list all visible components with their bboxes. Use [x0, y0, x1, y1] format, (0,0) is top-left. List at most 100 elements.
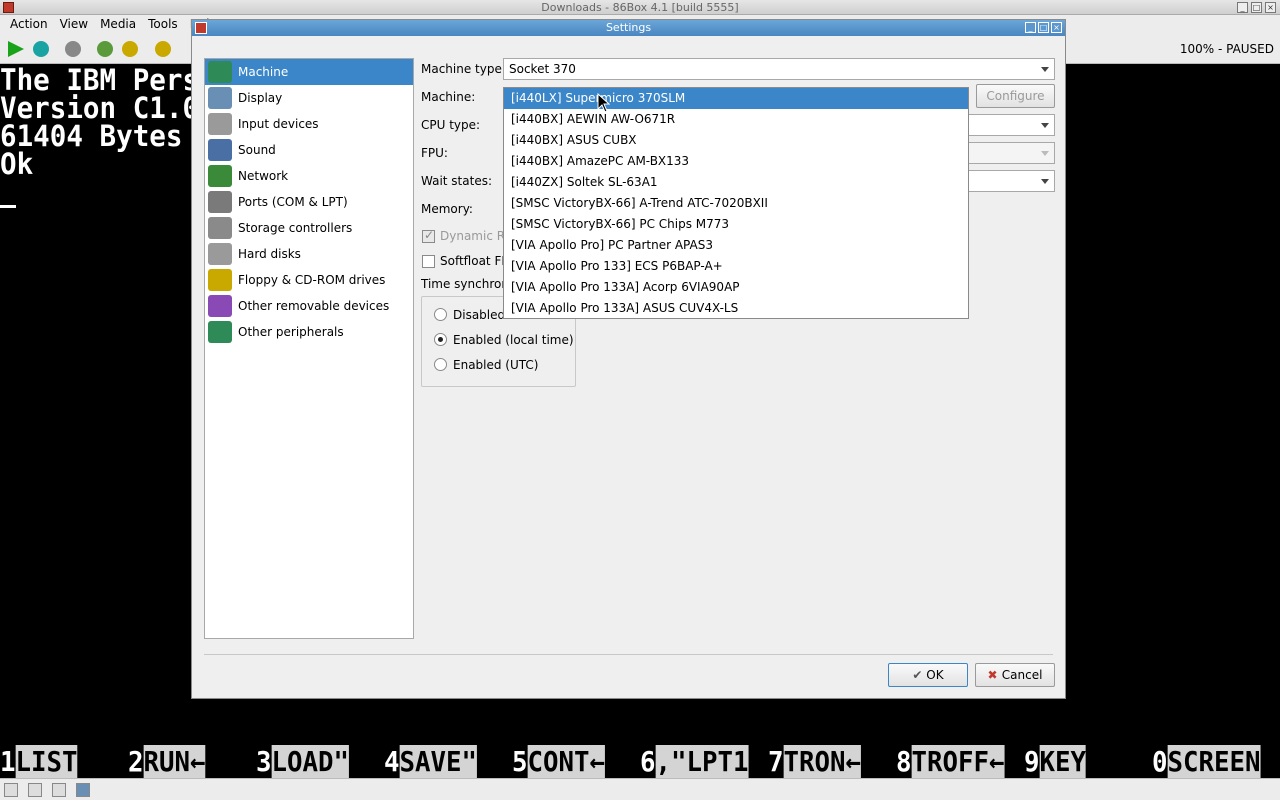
machine-option[interactable]: [VIA Apollo Pro 133A] ASUS CUV4X-LS — [504, 298, 968, 319]
time-sync-local-radio[interactable] — [434, 333, 447, 346]
maximize-icon[interactable]: □ — [1038, 22, 1049, 33]
fkey-3: 3LOAD" — [256, 745, 350, 778]
dos-line: 61404 Bytes — [0, 119, 183, 153]
basic-function-key-bar: 1LIST 2RUN← 3LOAD" 4SAVE" 5CONT← 6,"LPT1… — [0, 745, 1280, 778]
fkey-8: 8TROFF← — [896, 745, 1005, 778]
machine-label: Machine: — [421, 90, 476, 104]
category-network[interactable]: Network — [205, 163, 413, 189]
fkey-10: 0SCREEN — [1152, 745, 1261, 778]
speaker-icon — [208, 139, 232, 161]
removable-icon — [208, 295, 232, 317]
peripherals-icon — [208, 321, 232, 343]
machine-option[interactable]: [i440ZX] Soltek SL-63A1 — [504, 172, 968, 193]
dynamic-recompiler-label: Dynamic Re — [440, 229, 512, 243]
floppy-drive-icon[interactable] — [28, 783, 42, 797]
machine-option[interactable]: [VIA Apollo Pro 133] ECS P6BAP-A+ — [504, 256, 968, 277]
category-ports[interactable]: Ports (COM & LPT) — [205, 189, 413, 215]
machine-option[interactable]: [i440BX] AEWIN AW-O671R — [504, 109, 968, 130]
category-floppy-cdrom[interactable]: Floppy & CD-ROM drives — [205, 267, 413, 293]
machine-option[interactable]: [VIA Apollo Pro] PC Partner APAS3 — [504, 235, 968, 256]
network-icon — [208, 165, 232, 187]
86box-app-icon — [195, 22, 207, 34]
machine-option[interactable]: [i440BX] ASUS CUBX — [504, 130, 968, 151]
category-other-peripherals[interactable]: Other peripherals — [205, 319, 413, 345]
keyboard-icon — [208, 113, 232, 135]
category-display[interactable]: Display — [205, 85, 413, 111]
softfloat-fpu-label: Softfloat FP — [440, 254, 509, 268]
hard-disk-icon — [208, 243, 232, 265]
softfloat-fpu-checkbox[interactable] — [422, 255, 435, 268]
menu-tools[interactable]: Tools — [142, 15, 184, 34]
dynamic-recompiler-checkbox[interactable]: ✓ — [422, 228, 435, 243]
status-bar — [0, 778, 1280, 800]
category-storage-controllers[interactable]: Storage controllers — [205, 215, 413, 241]
cancel-icon: ✖ — [987, 668, 1002, 682]
chevron-down-icon — [1041, 123, 1049, 128]
hard-disk-activity-icon[interactable] — [52, 783, 66, 797]
ports-icon — [208, 191, 232, 213]
menu-action[interactable]: Action — [4, 15, 54, 34]
fkey-6: 6,"LPT1 — [640, 745, 749, 778]
ok-button[interactable]: ✔ OK — [888, 663, 968, 687]
category-hard-disks[interactable]: Hard disks — [205, 241, 413, 267]
settings-dialog: Settings _ □ × Machine Display Input dev… — [191, 19, 1066, 699]
machine-option[interactable]: [VIA Apollo Pro 133A] Acorp 6VIA90AP — [504, 277, 968, 298]
sound-icon[interactable] — [76, 783, 90, 797]
machine-option[interactable]: [i440BX] AmazePC AM-BX133 — [504, 151, 968, 172]
machine-option[interactable]: [SMSC VictoryBX-66] PC Chips M773 — [504, 214, 968, 235]
dos-line: Ok — [0, 147, 34, 181]
menu-view[interactable]: View — [54, 15, 94, 34]
category-other-removable[interactable]: Other removable devices — [205, 293, 413, 319]
settings-title: Settings — [605, 21, 652, 34]
minimize-icon[interactable]: _ — [1025, 22, 1036, 33]
category-machine[interactable]: Machine — [205, 59, 413, 85]
ctrl-alt-esc-icon[interactable] — [122, 41, 138, 57]
dos-line: Version C1.0 — [0, 91, 200, 125]
fkey-2: 2RUN← — [128, 745, 206, 778]
dos-line: The IBM Pers — [0, 63, 200, 97]
mouse-pointer-icon — [597, 93, 611, 113]
wait-states-label: Wait states: — [421, 174, 492, 188]
minimize-icon[interactable]: _ — [1237, 2, 1248, 13]
machine-type-select[interactable]: Socket 370 — [503, 58, 1055, 80]
fkey-4: 4SAVE" — [384, 745, 478, 778]
emulation-status: 100% - PAUSED — [1179, 42, 1274, 56]
settings-category-list: Machine Display Input devices Sound Netw… — [204, 58, 414, 639]
chevron-down-icon — [1041, 151, 1049, 156]
floppy-cdrom-icon — [208, 269, 232, 291]
settings-titlebar: Settings _ □ × — [192, 20, 1065, 36]
text-cursor — [0, 205, 16, 208]
fkey-7: 7TRON← — [768, 745, 862, 778]
motherboard-icon — [208, 61, 232, 83]
ok-icon: ✔ — [912, 668, 927, 682]
close-icon[interactable]: × — [1051, 22, 1062, 33]
ctrl-alt-del-icon[interactable] — [97, 41, 113, 57]
configure-button[interactable]: Configure — [976, 84, 1055, 108]
time-sync-utc-radio[interactable] — [434, 358, 447, 371]
cancel-button[interactable]: ✖ Cancel — [975, 663, 1055, 687]
reset-icon[interactable] — [33, 41, 49, 57]
storage-icon — [208, 217, 232, 239]
main-window-title: Downloads - 86Box 4.1 [build 5555] — [541, 1, 739, 14]
floppy-drive-icon[interactable] — [4, 783, 18, 797]
category-sound[interactable]: Sound — [205, 137, 413, 163]
category-input-devices[interactable]: Input devices — [205, 111, 413, 137]
time-sync-disabled-label: Disabled — [453, 308, 506, 322]
time-sync-label: Time synchroni — [421, 277, 513, 291]
chevron-down-icon — [1041, 67, 1049, 72]
time-sync-local-label: Enabled (local time) — [453, 333, 574, 347]
fkey-5: 5CONT← — [512, 745, 606, 778]
memory-label: Memory: — [421, 202, 473, 216]
maximize-icon[interactable]: □ — [1251, 2, 1262, 13]
time-sync-utc-label: Enabled (UTC) — [453, 358, 539, 372]
settings-gear-icon[interactable] — [155, 41, 171, 57]
fkey-9: 9KEY — [1024, 745, 1087, 778]
menu-media[interactable]: Media — [94, 15, 142, 34]
fpu-label: FPU: — [421, 146, 448, 160]
time-sync-disabled-radio[interactable] — [434, 308, 447, 321]
machine-option[interactable]: [i440LX] Supermicro 370SLM — [504, 88, 968, 109]
close-icon[interactable]: × — [1265, 2, 1276, 13]
machine-option[interactable]: [SMSC VictoryBX-66] A-Trend ATC-7020BXII — [504, 193, 968, 214]
play-icon[interactable] — [8, 41, 24, 57]
power-icon[interactable] — [65, 41, 81, 57]
